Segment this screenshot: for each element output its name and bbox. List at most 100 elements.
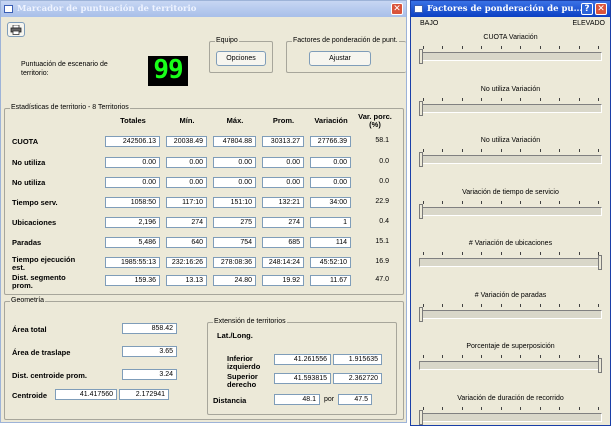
- stat-cell-var-porc: 47.0: [375, 276, 389, 283]
- stat-cell-max: 0.00: [213, 157, 256, 168]
- stat-cell-totales: 242506.13: [105, 136, 160, 147]
- slider-tick: [539, 46, 541, 49]
- slider-tick: [500, 149, 502, 152]
- inferior-lat-field: 41.261556: [274, 354, 331, 365]
- slider-label: Variación de duración de recorrido: [457, 394, 564, 402]
- row-label: CUOTA: [12, 137, 39, 146]
- title-bar[interactable]: Marcador de puntuación de territorio ✕: [1, 1, 406, 17]
- superior-lon-field: 2.362720: [333, 373, 382, 384]
- stat-cell-totales: 5,486: [105, 237, 160, 248]
- slider-thumb[interactable]: [419, 49, 423, 64]
- slider-thumb[interactable]: [598, 358, 602, 373]
- weights-title-bar[interactable]: Factores de ponderación de pu... ? ✕: [411, 1, 610, 17]
- stat-cell-totales: 1058:50: [105, 197, 160, 208]
- row-label: No utiliza: [12, 178, 46, 187]
- app-icon: [414, 5, 423, 13]
- slider-tick: [520, 97, 522, 101]
- slider-track[interactable]: [419, 361, 602, 370]
- slider-tick: [481, 97, 483, 101]
- slider-tick: [442, 149, 444, 152]
- print-button[interactable]: [7, 22, 25, 37]
- low-label: BAJO: [420, 20, 439, 27]
- help-button[interactable]: ?: [581, 3, 593, 15]
- statistics-group: Estadísticas de territorio - 8 Territori…: [4, 104, 404, 295]
- slider-tick: [442, 406, 444, 410]
- slider-tick: [559, 149, 561, 152]
- stat-cell-var-porc: 16.9: [375, 258, 389, 265]
- opciones-button[interactable]: Opciones: [216, 51, 266, 66]
- slider-tick: [578, 200, 580, 204]
- stat-cell-max: 47804.88: [213, 136, 256, 147]
- header-totales: Totales: [120, 116, 146, 125]
- slider-track[interactable]: [419, 206, 602, 216]
- stat-cell-var-porc: 22.9: [375, 198, 389, 205]
- slider-tick: [598, 46, 599, 49]
- stat-cell-variacion: 114: [310, 237, 351, 248]
- geometry-group: Geometría Área total 858.42 Área de tras…: [4, 297, 404, 420]
- row-label: Dist. segmento prom.: [12, 273, 66, 290]
- high-label: ELEVADO: [572, 20, 605, 27]
- slider-track[interactable]: [419, 155, 602, 164]
- stat-cell-variacion: 11.67: [310, 275, 351, 286]
- slider-tick: [598, 149, 599, 152]
- slider-tick: [423, 355, 424, 358]
- slider-tick: [559, 355, 561, 358]
- slider-tick: [461, 149, 463, 152]
- slider-track[interactable]: [419, 52, 602, 61]
- slider-tick: [539, 252, 541, 255]
- slider-tick: [481, 252, 483, 255]
- slider-thumb[interactable]: [419, 203, 423, 219]
- slider-tick: [559, 46, 561, 49]
- slider-tick: [423, 200, 424, 204]
- weights-close-button[interactable]: ✕: [595, 3, 607, 15]
- slider-thumb[interactable]: [419, 100, 423, 116]
- slider-tick: [500, 406, 502, 410]
- slider-tick: [481, 355, 483, 358]
- stat-cell-max: 151:10: [213, 197, 256, 208]
- slider-track[interactable]: [419, 103, 602, 113]
- slider-track[interactable]: [419, 258, 602, 267]
- stat-cell-prom: 30313.27: [262, 136, 304, 147]
- stat-cell-min: 274: [166, 217, 207, 228]
- slider-tick: [539, 355, 541, 358]
- header-var-porc: Var. porc. (%): [358, 112, 392, 129]
- stat-cell-variacion: 45:52:10: [310, 257, 351, 268]
- slider-thumb[interactable]: [419, 409, 423, 425]
- slider-track[interactable]: [419, 309, 602, 319]
- slider-tick: [500, 97, 502, 101]
- stat-cell-min: 0.00: [166, 157, 207, 168]
- stat-cell-var-porc: 0.0: [379, 178, 389, 185]
- slider-tick: [500, 200, 502, 204]
- stat-cell-totales: 1985:55:13: [105, 257, 160, 268]
- inferior-label: Inferior izquierdo: [227, 354, 261, 371]
- slider-label: # Variación de ubicaciones: [468, 240, 553, 247]
- dist-centroide-label: Dist. centroide prom.: [12, 371, 88, 380]
- slider-thumb[interactable]: [419, 306, 423, 322]
- ajustar-button[interactable]: Ajustar: [309, 51, 371, 66]
- extension-group: Extensión de territorios Lat./Long. Infe…: [207, 318, 397, 415]
- slider-tick: [442, 46, 444, 49]
- slider-tick: [578, 46, 580, 49]
- slider-tick: [539, 303, 541, 307]
- stat-cell-min: 117:10: [166, 197, 207, 208]
- territory-score-window: Marcador de puntuación de territorio ✕ P…: [0, 0, 407, 423]
- slider-track[interactable]: [419, 412, 602, 422]
- slider-thumb[interactable]: [419, 152, 423, 167]
- slider-tick: [442, 97, 444, 101]
- stat-cell-prom: 274: [262, 217, 304, 228]
- slider-tick: [461, 303, 463, 307]
- slider-thumb[interactable]: [598, 255, 602, 270]
- slider-tick: [461, 200, 463, 204]
- slider-tick: [578, 303, 580, 307]
- factores-group-label: Factores de ponderación de punt.: [292, 37, 399, 45]
- row-label: Ubicaciones: [12, 218, 57, 227]
- stat-cell-var-porc: 0.0: [379, 158, 389, 165]
- slider-tick: [481, 200, 483, 204]
- centroide-lat-field: 41.417560: [55, 389, 117, 400]
- close-button[interactable]: ✕: [391, 3, 403, 15]
- geometry-group-label: Geometría: [10, 297, 46, 305]
- slider-tick: [539, 200, 541, 204]
- stat-cell-var-porc: 58.1: [375, 137, 389, 144]
- slider-tick: [578, 97, 580, 101]
- slider-tick: [423, 46, 424, 49]
